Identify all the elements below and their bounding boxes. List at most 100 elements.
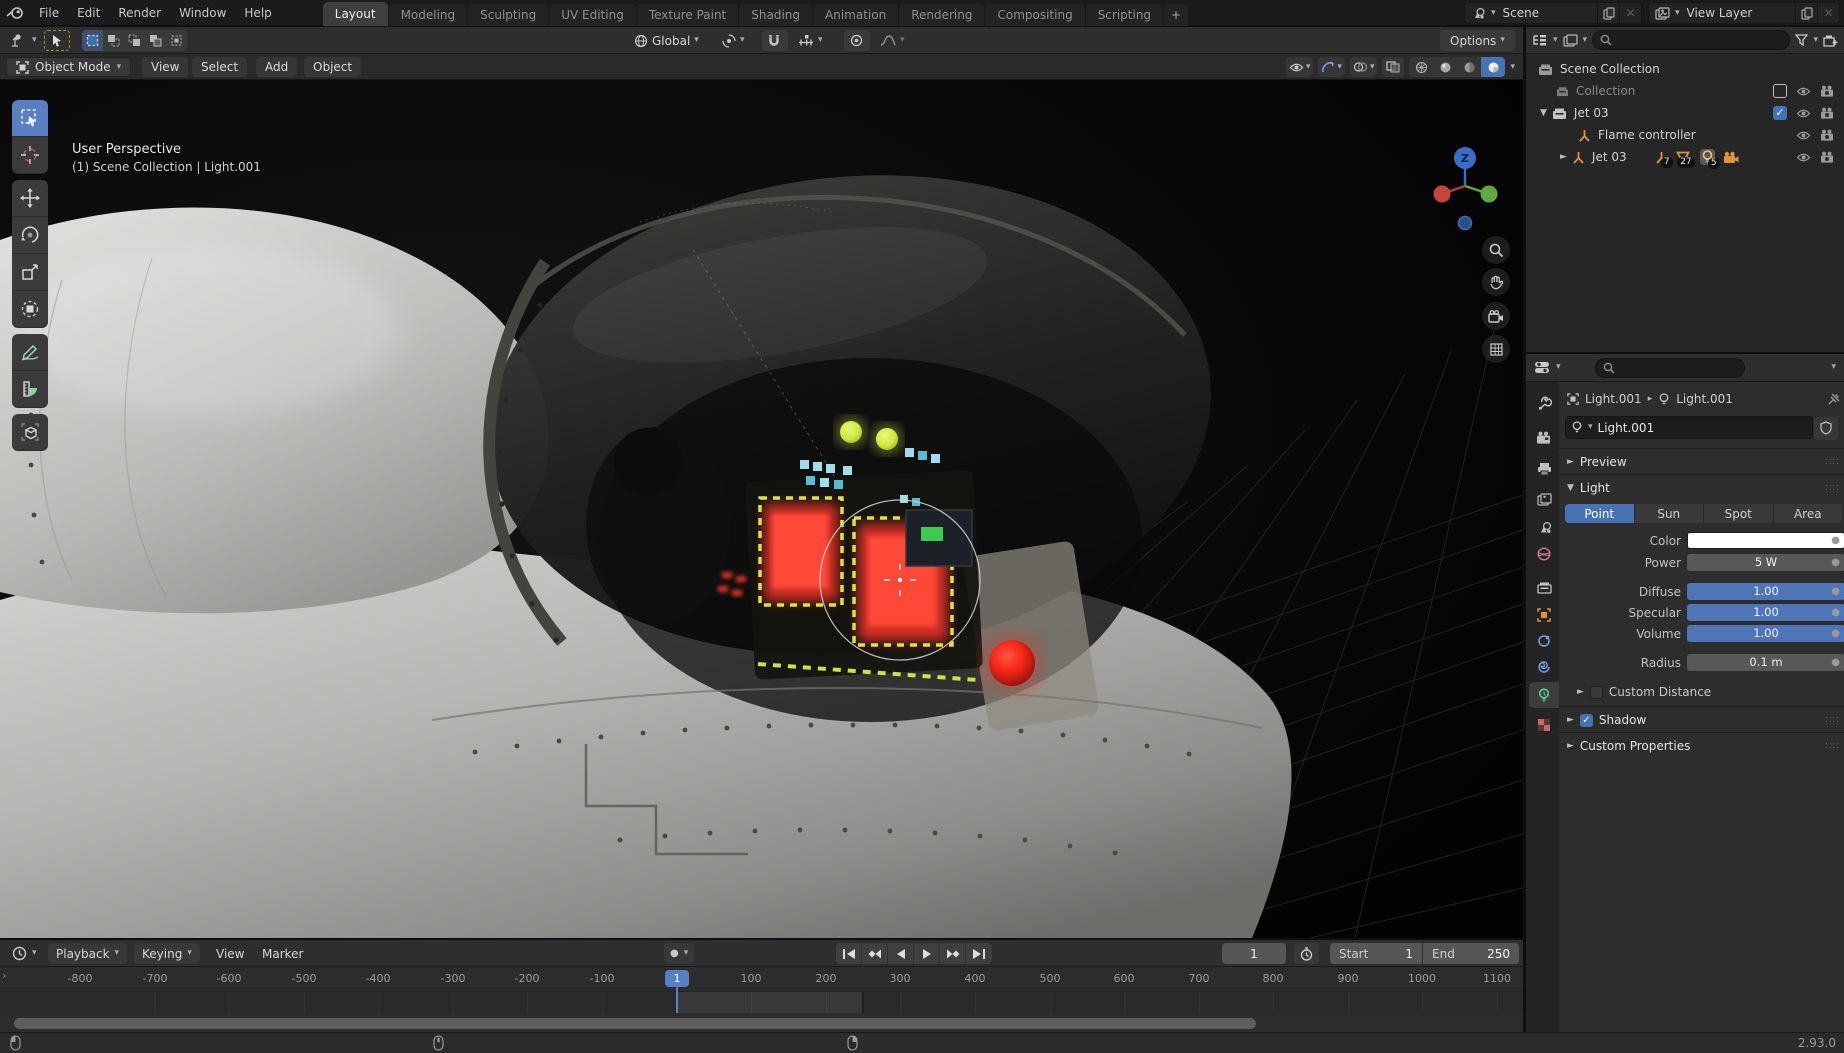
viewport-canvas[interactable]: [0, 80, 1523, 938]
shading-material-icon[interactable]: [1457, 57, 1481, 77]
show-overlays-dropdown[interactable]: ▾: [1349, 57, 1378, 77]
delete-view-layer-icon[interactable]: ✕: [1817, 3, 1839, 23]
menu-edit[interactable]: Edit: [68, 0, 109, 26]
outliner-row-jet03-collection[interactable]: ▼ Jet 03 ✓: [1526, 102, 1844, 124]
menu-file[interactable]: File: [30, 0, 68, 26]
light-name-field[interactable]: ▾ Light.001: [1565, 416, 1813, 439]
falloff-dropdown[interactable]: ▾: [874, 30, 911, 51]
annotate-tool-button[interactable]: [12, 334, 48, 371]
tab-scripting[interactable]: Scripting: [1085, 3, 1164, 26]
custom-distance-checkbox[interactable]: [1589, 685, 1603, 699]
cursor-tool-button[interactable]: [12, 137, 48, 174]
navigation-gizmo[interactable]: Z: [1412, 124, 1522, 234]
menu-help[interactable]: Help: [235, 0, 280, 26]
menu-render[interactable]: Render: [109, 0, 170, 26]
transform-orientation-dropdown[interactable]: Global ▾: [628, 30, 705, 51]
breadcrumb-data[interactable]: Light.001: [1676, 392, 1733, 406]
viewport-menu-view[interactable]: View: [142, 57, 189, 77]
timeline-view-menu[interactable]: View: [208, 943, 252, 964]
camera-icon[interactable]: [1820, 107, 1834, 119]
light-type-point[interactable]: Point: [1565, 504, 1635, 523]
preview-range-stopwatch-button[interactable]: [1294, 943, 1319, 964]
panel-custom-distance[interactable]: ► Custom Distance: [1559, 682, 1844, 702]
add-cube-tool-button[interactable]: [12, 414, 48, 451]
tab-constraints[interactable]: [1529, 628, 1559, 654]
scene-name[interactable]: Scene: [1496, 6, 1597, 20]
radius-field[interactable]: 0.1 m: [1687, 654, 1844, 671]
tab-view-layer[interactable]: [1529, 486, 1559, 512]
eye-icon[interactable]: [1796, 152, 1811, 163]
playhead-line[interactable]: [676, 984, 678, 1013]
play-reverse-button[interactable]: [888, 943, 914, 964]
pin-icon[interactable]: [1827, 393, 1840, 406]
panel-light[interactable]: ▼ Light ∷∷: [1559, 478, 1844, 498]
gizmo-z-axis[interactable]: Z: [1454, 147, 1476, 169]
disclosure-triangle-icon[interactable]: ▼: [1540, 108, 1547, 118]
camera-icon[interactable]: [1820, 151, 1834, 163]
active-tool-dropdown[interactable]: ▾: [4, 30, 43, 51]
transform-tool-button[interactable]: [12, 291, 48, 328]
mode-dropdown[interactable]: Object Mode ▾: [6, 57, 132, 77]
new-collection-icon[interactable]: [1823, 34, 1838, 47]
measure-tool-button[interactable]: [12, 371, 48, 408]
outliner-row-jet03-object[interactable]: ► Jet 03 7 27 5: [1526, 146, 1844, 169]
camera-view-button[interactable]: [1482, 302, 1510, 330]
animate-dot[interactable]: ●: [1831, 657, 1840, 668]
fake-user-shield-icon[interactable]: [1814, 416, 1838, 440]
pivot-point-dropdown[interactable]: ▾: [716, 30, 751, 51]
properties-search-input[interactable]: [1594, 357, 1745, 378]
outliner-display-mode-icon[interactable]: [1562, 33, 1578, 47]
panel-grip[interactable]: ∷∷: [1825, 483, 1840, 494]
timeline-editor-type-dropdown[interactable]: ▾: [4, 943, 45, 964]
region-expand-arrow[interactable]: ›: [2, 969, 6, 982]
snap-with-dropdown[interactable]: ▾: [792, 30, 829, 51]
jump-to-start-button[interactable]: [836, 943, 862, 964]
playback-menu[interactable]: Playback ▾: [48, 943, 128, 964]
xray-toggle-button[interactable]: [1382, 57, 1405, 77]
outliner-editor-type-icon[interactable]: [1532, 34, 1548, 47]
play-button[interactable]: [914, 943, 940, 964]
light-type-sun[interactable]: Sun: [1634, 504, 1704, 523]
select-mode-intersect-icon[interactable]: [166, 30, 187, 51]
panel-grip[interactable]: ∷∷: [1825, 457, 1840, 468]
properties-options-dropdown[interactable]: ▾: [1831, 363, 1836, 372]
tab-rendering[interactable]: Rendering: [899, 3, 985, 26]
auto-keyframe-button[interactable]: ● ▾: [664, 943, 695, 964]
select-box-tool-button[interactable]: [12, 100, 48, 137]
zoom-button[interactable]: [1482, 236, 1510, 264]
rotate-tool-button[interactable]: [12, 217, 48, 254]
tab-compositing[interactable]: Compositing: [985, 3, 1085, 26]
panel-grip[interactable]: ∷∷: [1825, 741, 1840, 752]
outliner-row-flame-controller[interactable]: Flame controller: [1526, 124, 1844, 146]
show-gizmo-dropdown[interactable]: ▾: [1318, 57, 1345, 77]
options-dropdown[interactable]: Options ▾: [1440, 30, 1515, 51]
tab-render[interactable]: [1529, 424, 1559, 450]
camera-icon[interactable]: [1820, 129, 1834, 141]
light-type-spot[interactable]: Spot: [1704, 504, 1774, 523]
tab-object[interactable]: [1529, 602, 1559, 628]
tab-light-data[interactable]: [1529, 682, 1559, 708]
new-view-layer-icon[interactable]: [1795, 3, 1817, 23]
panel-grip[interactable]: ∷∷: [1825, 715, 1840, 726]
panel-shadow[interactable]: ► ✓ Shadow ∷∷: [1559, 710, 1844, 730]
tab-tool[interactable]: [1529, 390, 1559, 416]
volume-slider[interactable]: 1.00: [1687, 625, 1844, 642]
start-frame-field[interactable]: Start 1: [1330, 943, 1422, 964]
shadow-checkbox[interactable]: ✓: [1579, 713, 1593, 727]
tweak-tool-button[interactable]: [44, 30, 70, 51]
timeline-track[interactable]: [0, 992, 1523, 1013]
scrollbar-thumb[interactable]: [14, 1018, 1256, 1029]
tab-texture-paint[interactable]: Texture Paint: [636, 3, 739, 26]
panel-custom-properties[interactable]: ► Custom Properties ∷∷: [1559, 736, 1844, 756]
jump-to-end-button[interactable]: [966, 943, 992, 964]
tab-sculpting[interactable]: Sculpting: [468, 3, 549, 26]
next-keyframe-button[interactable]: [940, 943, 966, 964]
scene-icon[interactable]: [1465, 7, 1491, 20]
specular-slider[interactable]: 1.00: [1687, 604, 1844, 621]
disclosure-triangle-icon[interactable]: ►: [1560, 152, 1567, 162]
pan-hand-button[interactable]: [1482, 268, 1510, 296]
animate-dot[interactable]: ●: [1831, 557, 1840, 568]
tab-physics[interactable]: [1529, 654, 1559, 680]
eye-icon[interactable]: [1796, 108, 1811, 119]
tab-output[interactable]: [1529, 456, 1559, 482]
